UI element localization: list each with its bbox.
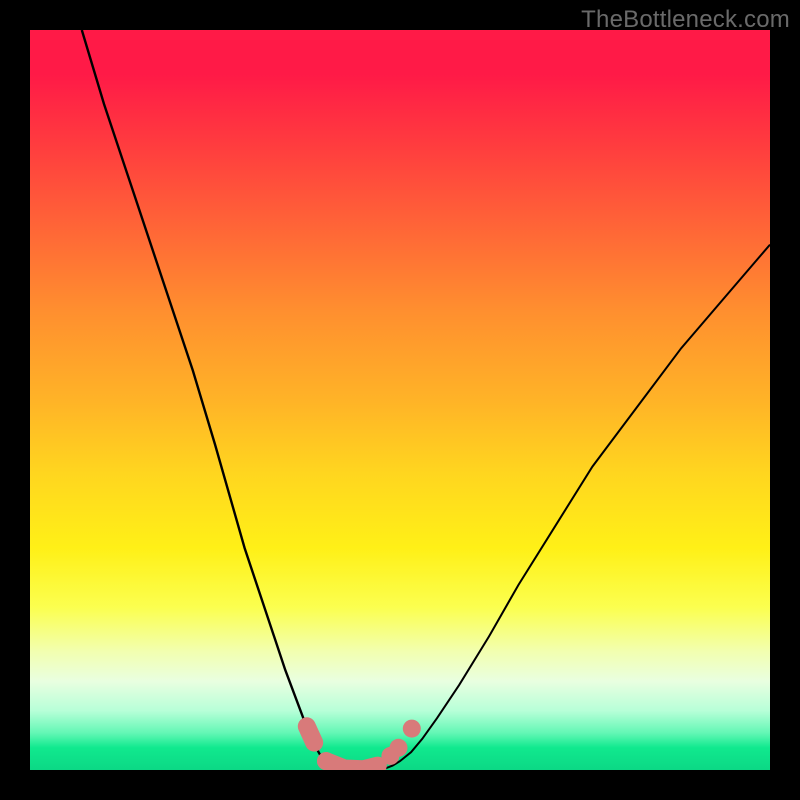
- curve-left: [82, 30, 334, 769]
- curve-right: [385, 245, 770, 769]
- chart-svg: [30, 30, 770, 770]
- plot-area: [30, 30, 770, 770]
- chart-frame: TheBottleneck.com: [0, 0, 800, 800]
- highlight-blobs: [307, 720, 421, 770]
- watermark-text: TheBottleneck.com: [581, 6, 790, 34]
